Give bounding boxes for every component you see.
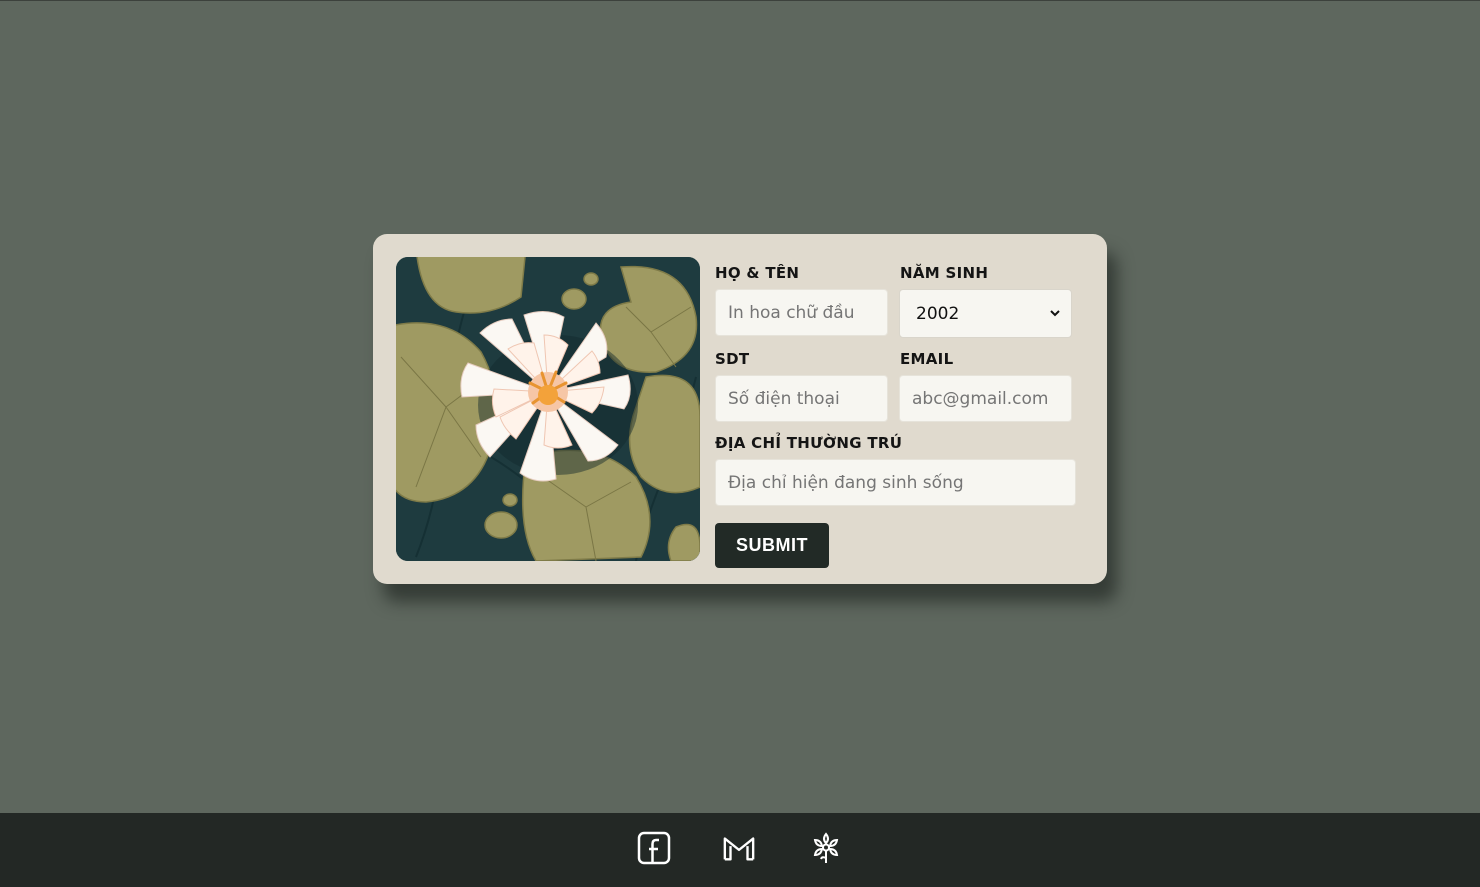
phone-input[interactable] [715,375,888,422]
name-input[interactable] [715,289,888,336]
phone-label: SDT [715,350,750,368]
facebook-icon[interactable] [637,831,671,865]
registration-card: HỌ & TÊN NĂM SINH 2002 SDT EMAIL ĐỊA CHỈ… [373,234,1107,584]
flower-icon[interactable] [809,831,843,865]
address-label: ĐỊA CHỈ THƯỜNG TRÚ [715,434,903,452]
name-label: HỌ & TÊN [715,264,800,282]
email-label: EMAIL [900,350,954,368]
footer [0,813,1480,887]
lotus-illustration [396,257,700,561]
gmail-icon[interactable] [722,831,756,865]
birth-year-value: 2002 [916,304,960,324]
chevron-down-icon [1050,310,1060,317]
address-input[interactable] [715,459,1076,506]
submit-button[interactable]: SUBMIT [715,523,829,568]
birth-year-select[interactable]: 2002 [899,289,1072,338]
birth-year-label: NĂM SINH [900,264,989,282]
email-input[interactable] [899,375,1072,422]
top-border [0,0,1480,1]
